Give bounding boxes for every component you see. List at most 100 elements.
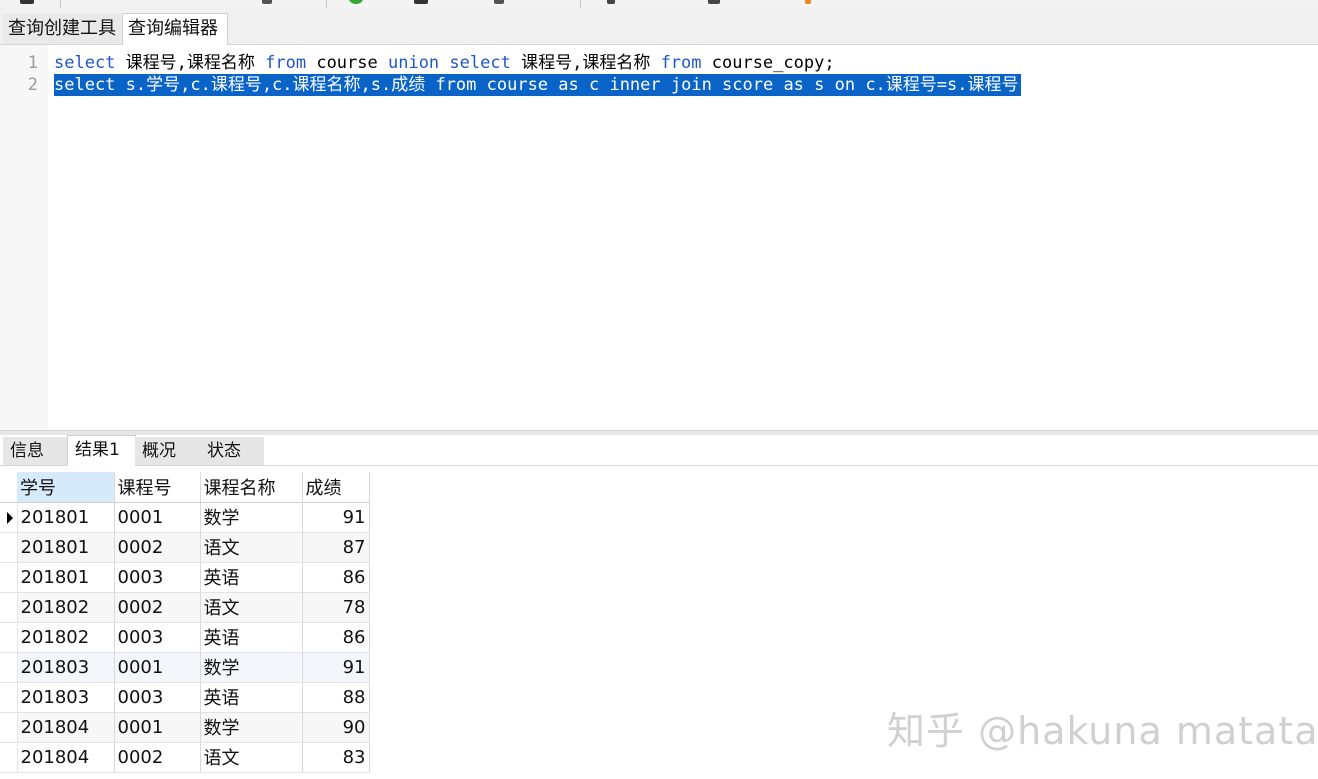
- result-tab-bar: 信息 结果1 概况 状态: [0, 435, 1318, 466]
- cell-course-id[interactable]: 0003: [114, 682, 201, 713]
- cell-course-name[interactable]: 语文: [200, 742, 303, 773]
- table-row[interactable]: 201802 0002 语文 78: [0, 592, 370, 623]
- row-indicator[interactable]: [0, 562, 18, 593]
- sql-keyword: from: [660, 53, 702, 73]
- sql-keyword: union: [387, 53, 440, 73]
- sql-text: course_copy;: [701, 53, 835, 73]
- row-indicator[interactable]: [0, 712, 18, 743]
- cell-score[interactable]: 87: [302, 532, 370, 563]
- cell-course-id[interactable]: 0002: [114, 742, 201, 773]
- cell-score[interactable]: 91: [302, 502, 370, 533]
- tab-query-editor[interactable]: 查询编辑器: [122, 13, 228, 45]
- line-number-gutter: 1 2: [0, 45, 48, 430]
- result-grid[interactable]: 学号 课程号 课程名称 成绩 201801 0001 数学 91 201801 0002 语…: [0, 472, 370, 773]
- watermark: 知乎 @hakuna matata: [887, 709, 1318, 753]
- cell-course-id[interactable]: 0001: [114, 502, 201, 533]
- cell-course-name[interactable]: 语文: [200, 592, 303, 623]
- current-row-arrow-icon: [7, 511, 13, 524]
- tab-info[interactable]: 信息: [3, 437, 67, 465]
- cell-course-name[interactable]: 数学: [200, 652, 303, 683]
- code-line-2-selected[interactable]: select s.学号,c.课程号,c.课程名称,s.成绩 from cours…: [54, 74, 1021, 96]
- tab-result1[interactable]: 结果1: [67, 435, 136, 466]
- table-row[interactable]: 201801 0002 语文 87: [0, 532, 370, 563]
- row-indicator[interactable]: [0, 592, 18, 623]
- table-row[interactable]: 201803 0001 数学 91: [0, 652, 370, 683]
- cell-student-id[interactable]: 201801: [17, 562, 115, 593]
- table-row[interactable]: 201801 0001 数学 91: [0, 502, 370, 533]
- cell-course-id[interactable]: 0002: [114, 592, 201, 623]
- sql-keyword: from: [265, 53, 307, 73]
- row-indicator[interactable]: [0, 682, 18, 713]
- toolbar-icon-4[interactable]: [494, 0, 504, 4]
- cell-score[interactable]: 86: [302, 562, 370, 593]
- row-indicator[interactable]: [0, 622, 18, 653]
- cell-score[interactable]: 91: [302, 652, 370, 683]
- sql-editor[interactable]: 1 2 select 课程号,课程名称 from course union se…: [0, 45, 1318, 430]
- cell-course-name[interactable]: 数学: [200, 502, 303, 533]
- row-indicator[interactable]: [0, 742, 18, 773]
- row-indicator[interactable]: [0, 502, 18, 533]
- cell-course-name[interactable]: 英语: [200, 622, 303, 653]
- column-header-course-name[interactable]: 课程名称: [200, 472, 303, 503]
- cell-student-id[interactable]: 201803: [17, 682, 115, 713]
- cell-student-id[interactable]: 201802: [17, 592, 115, 623]
- cell-course-id[interactable]: 0003: [114, 562, 201, 593]
- cell-student-id[interactable]: 201804: [17, 712, 115, 743]
- table-row[interactable]: 201803 0003 英语 88: [0, 682, 370, 713]
- result-rows: 201801 0001 数学 91 201801 0002 语文 87 201801 0003 英语…: [0, 502, 370, 773]
- cell-course-id[interactable]: 0003: [114, 622, 201, 653]
- tab-profile[interactable]: 概况: [135, 437, 201, 465]
- cell-course-id[interactable]: 0001: [114, 712, 201, 743]
- table-row[interactable]: 201801 0003 英语 86: [0, 562, 370, 593]
- sql-text: 课程号,课程名称: [115, 53, 266, 73]
- cell-score[interactable]: 83: [302, 742, 370, 773]
- toolbar-icon-3[interactable]: [414, 0, 428, 4]
- tab-status[interactable]: 状态: [200, 437, 264, 465]
- cell-course-id[interactable]: 0002: [114, 532, 201, 563]
- table-row[interactable]: 201804 0002 语文 83: [0, 742, 370, 773]
- sql-text: 课程号,课程名称: [510, 53, 661, 73]
- column-header-course-id[interactable]: 课程号: [114, 472, 201, 503]
- row-indicator[interactable]: [0, 652, 18, 683]
- table-row[interactable]: 201804 0001 数学 90: [0, 712, 370, 743]
- toolbar-separator: [580, 0, 581, 8]
- cell-course-id[interactable]: 0001: [114, 652, 201, 683]
- table-row[interactable]: 201802 0003 英语 86: [0, 622, 370, 653]
- column-header-score[interactable]: 成绩: [302, 472, 370, 503]
- toolbar-icon-6[interactable]: [708, 0, 720, 4]
- toolbar: [0, 0, 1318, 8]
- cell-course-name[interactable]: 语文: [200, 532, 303, 563]
- cell-student-id[interactable]: 201803: [17, 652, 115, 683]
- toolbar-separator: [60, 0, 61, 8]
- cell-score[interactable]: 78: [302, 592, 370, 623]
- editor-tab-bar: 查询创建工具 查询编辑器: [0, 8, 1318, 45]
- sql-keyword: select: [54, 53, 116, 73]
- code-line-1[interactable]: select 课程号,课程名称 from course union select…: [54, 52, 835, 74]
- sql-keyword: select: [449, 53, 511, 73]
- toolbar-icon-5[interactable]: [607, 0, 615, 4]
- cell-course-name[interactable]: 英语: [200, 562, 303, 593]
- line-number: 1: [27, 53, 38, 73]
- sql-text: course: [306, 53, 388, 73]
- cell-student-id[interactable]: 201801: [17, 502, 115, 533]
- toolbar-icon-2[interactable]: [262, 0, 272, 4]
- row-indicator[interactable]: [0, 532, 18, 563]
- toolbar-icon-1[interactable]: [20, 0, 34, 4]
- cell-student-id[interactable]: 201801: [17, 532, 115, 563]
- cell-course-name[interactable]: 数学: [200, 712, 303, 743]
- header-row: 学号 课程号 课程名称 成绩: [0, 472, 370, 503]
- column-header-student-id[interactable]: 学号: [17, 472, 115, 503]
- row-indicator-header: [0, 472, 17, 503]
- run-icon[interactable]: [349, 0, 363, 4]
- toolbar-separator: [326, 0, 327, 8]
- cell-score[interactable]: 90: [302, 712, 370, 743]
- tab-query-builder[interactable]: 查询创建工具: [3, 14, 121, 44]
- toolbar-icon-7[interactable]: [805, 0, 811, 4]
- cell-student-id[interactable]: 201802: [17, 622, 115, 653]
- cell-score[interactable]: 88: [302, 682, 370, 713]
- cell-student-id[interactable]: 201804: [17, 742, 115, 773]
- cell-score[interactable]: 86: [302, 622, 370, 653]
- line-number: 2: [27, 75, 38, 95]
- cell-course-name[interactable]: 英语: [200, 682, 303, 713]
